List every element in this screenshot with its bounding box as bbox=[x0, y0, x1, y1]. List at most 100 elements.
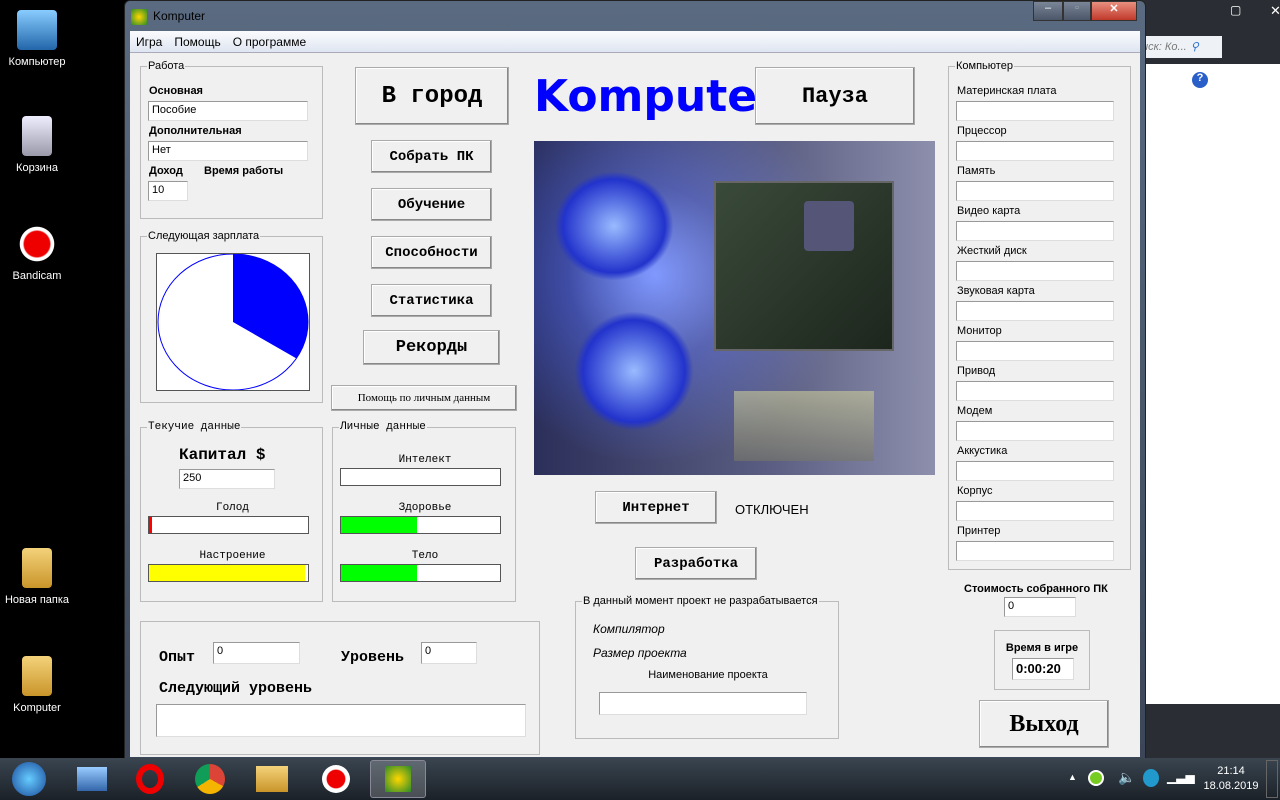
abilities-button[interactable]: Способности bbox=[371, 236, 492, 269]
part-label: Привод bbox=[957, 365, 996, 377]
search-icon: ⚲ bbox=[1190, 41, 1199, 53]
help-personal-button[interactable]: Помощь по личным данным bbox=[331, 385, 517, 411]
part-label: Аккустика bbox=[957, 445, 1008, 457]
folder-icon bbox=[22, 548, 52, 588]
mood-bar bbox=[148, 564, 309, 582]
part-label: Жесткий диск bbox=[957, 245, 1027, 257]
part-label: Принтер bbox=[957, 525, 1001, 537]
intellect-bar bbox=[340, 468, 501, 486]
tray-blue-icon[interactable] bbox=[1143, 769, 1159, 787]
current-data-group: Текучие данные Капитал $ 250 Голод Настр… bbox=[140, 421, 323, 602]
statistics-button[interactable]: Статистика bbox=[371, 284, 492, 317]
taskbar-bandicam-icon[interactable] bbox=[308, 760, 364, 798]
health-bar-fill bbox=[341, 517, 418, 533]
build-pc-button[interactable]: Собрать ПК bbox=[371, 140, 492, 173]
exit-button[interactable]: Выход bbox=[979, 700, 1109, 748]
salary-pie bbox=[156, 253, 310, 391]
bg-close-icon[interactable]: ✕ bbox=[1270, 3, 1280, 19]
menu-help[interactable]: Помощь bbox=[168, 31, 226, 53]
cost-field[interactable]: 0 bbox=[1004, 597, 1076, 617]
volume-icon[interactable]: 🔈 bbox=[1118, 769, 1135, 786]
part-label: Видео карта bbox=[957, 205, 1021, 217]
part-label: Звуковая карта bbox=[957, 285, 1035, 297]
part-field[interactable] bbox=[956, 541, 1114, 561]
part-field[interactable] bbox=[956, 261, 1114, 281]
project-name-field[interactable] bbox=[599, 692, 807, 715]
desktop-icon-new-folder[interactable]: Новая папка bbox=[0, 548, 82, 606]
health-bar bbox=[340, 516, 501, 534]
bg-maximize-icon[interactable]: ▢ bbox=[1230, 3, 1241, 17]
show-desktop-button[interactable] bbox=[1266, 760, 1278, 798]
folder-icon bbox=[22, 656, 52, 696]
body-bar-fill bbox=[341, 565, 418, 581]
cost-label: Стоимость собранного ПК bbox=[964, 583, 1108, 595]
extra-job-field[interactable]: Нет bbox=[148, 141, 308, 161]
taskbar-explorer-icon[interactable] bbox=[64, 760, 120, 798]
part-label: Материнская плата bbox=[957, 85, 1057, 97]
desktop-icon-computer[interactable]: Компьютер bbox=[0, 10, 82, 68]
personal-data-group: Личные данные Интелект Здоровье Тело bbox=[332, 421, 516, 602]
app-icon bbox=[131, 9, 147, 25]
capital-field[interactable]: 250 bbox=[179, 469, 275, 489]
gametime-group: Время в игре 0:00:20 bbox=[994, 630, 1090, 690]
main-job-field[interactable]: Пособие bbox=[148, 101, 308, 121]
taskbar-opera-icon[interactable] bbox=[122, 760, 178, 798]
background-explorer-window: ✕ ▢ иск: Ко... ⚲ ? bbox=[1130, 0, 1280, 758]
window-title: Komputer bbox=[153, 9, 206, 23]
desktop-icon-bandicam[interactable]: Bandicam bbox=[0, 224, 82, 282]
part-label: Модем bbox=[957, 405, 993, 417]
taskbar-folder-icon[interactable] bbox=[244, 760, 300, 798]
internet-status: ОТКЛЮЧЕН bbox=[735, 502, 809, 517]
experience-field[interactable]: 0 bbox=[213, 642, 300, 664]
hunger-bar-fill bbox=[149, 517, 153, 533]
part-field[interactable] bbox=[956, 501, 1114, 521]
level-field[interactable]: 0 bbox=[421, 642, 477, 664]
computer-image bbox=[534, 141, 935, 475]
network-icon[interactable]: ▁▃▅ bbox=[1167, 770, 1195, 784]
part-field[interactable] bbox=[956, 181, 1114, 201]
tray-green-icon[interactable] bbox=[1088, 770, 1104, 786]
komputer-window: Komputer – ▫ ✕ Игра Помощь О программе Раб… bbox=[124, 0, 1146, 760]
close-button[interactable]: ✕ bbox=[1091, 1, 1137, 21]
work-group: Работа Основная Пособие Дополнительная Н… bbox=[140, 60, 323, 219]
part-label: Прцессор bbox=[957, 125, 1007, 137]
maximize-button[interactable]: ▫ bbox=[1063, 1, 1091, 21]
tray-expand-icon[interactable]: ▲ bbox=[1068, 772, 1077, 782]
part-field[interactable] bbox=[956, 301, 1114, 321]
income-field[interactable]: 10 bbox=[148, 181, 188, 201]
taskbar-komputer-icon[interactable] bbox=[370, 760, 426, 798]
development-button[interactable]: Разработка bbox=[635, 547, 757, 580]
to-city-button[interactable]: В город bbox=[355, 67, 509, 125]
start-button[interactable] bbox=[2, 760, 56, 798]
pause-button[interactable]: Пауза bbox=[755, 67, 915, 125]
menu-about[interactable]: О программе bbox=[227, 31, 312, 53]
desktop-icon-recycle-bin[interactable]: Корзина bbox=[0, 116, 82, 174]
part-field[interactable] bbox=[956, 421, 1114, 441]
experience-group: Опыт 0 Уровень 0 Следующий уровень bbox=[140, 621, 540, 755]
part-field[interactable] bbox=[956, 101, 1114, 121]
part-field[interactable] bbox=[956, 141, 1114, 161]
desktop-icon-komputer[interactable]: Komputer bbox=[0, 656, 82, 714]
help-icon[interactable]: ? bbox=[1192, 72, 1208, 88]
salary-group: Следующая зарплата bbox=[140, 230, 323, 403]
internet-button[interactable]: Интернет bbox=[595, 491, 717, 524]
next-level-field[interactable] bbox=[156, 704, 526, 737]
minimize-button[interactable]: – bbox=[1033, 1, 1063, 21]
records-button[interactable]: Рекорды bbox=[363, 330, 500, 365]
menu-game[interactable]: Игра bbox=[130, 31, 168, 53]
part-field[interactable] bbox=[956, 381, 1114, 401]
part-field[interactable] bbox=[956, 221, 1114, 241]
computer-icon bbox=[17, 10, 57, 50]
tray-clock[interactable]: 21:14 18.08.2019 bbox=[1196, 764, 1266, 794]
logo-title: Komputer bbox=[534, 71, 779, 122]
body-bar bbox=[340, 564, 501, 582]
bandicam-icon bbox=[17, 224, 57, 264]
learning-button[interactable]: Обучение bbox=[371, 188, 492, 221]
bg-search-input[interactable]: иск: Ко... ⚲ bbox=[1140, 36, 1222, 58]
part-label: Монитор bbox=[957, 325, 1002, 337]
taskbar-chrome-icon[interactable] bbox=[182, 760, 238, 798]
part-field[interactable] bbox=[956, 461, 1114, 481]
mood-bar-fill bbox=[149, 565, 305, 581]
computer-group: Компьютер Материнская плата Прцессор Памят… bbox=[948, 60, 1131, 570]
part-field[interactable] bbox=[956, 341, 1114, 361]
